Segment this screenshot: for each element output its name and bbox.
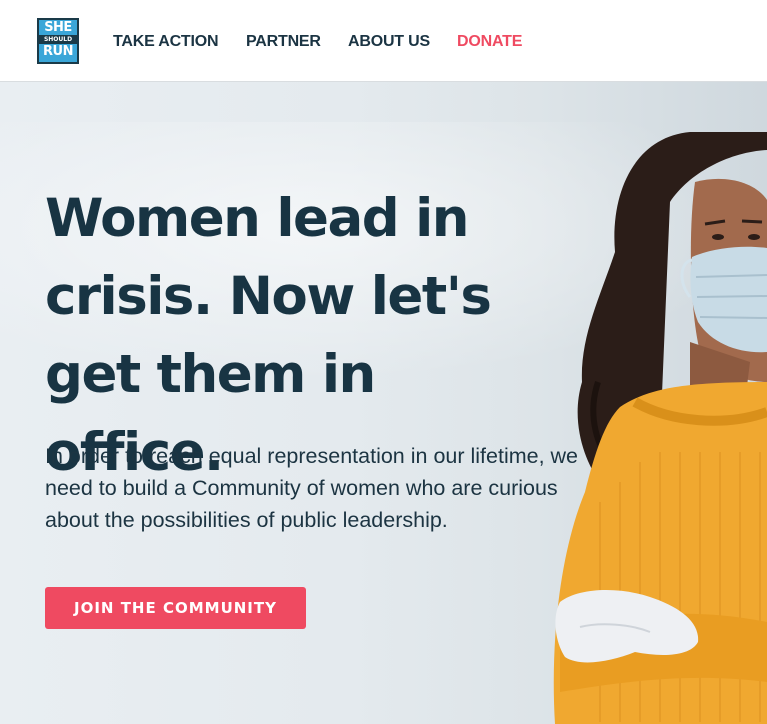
logo-line-1: SHE	[44, 20, 72, 35]
join-the-community-button[interactable]: JOIN THE COMMUNITY	[45, 587, 306, 629]
nav-take-action[interactable]: TAKE ACTION	[113, 31, 219, 53]
nav-donate[interactable]: DONATE	[457, 31, 522, 53]
site-header: SHE SHOULD RUN TAKE ACTION PARTNER ABOUT…	[0, 0, 767, 82]
hero-intro-text: In order to reach equal representation i…	[45, 444, 579, 532]
nav-partner[interactable]: PARTNER	[246, 31, 321, 53]
woman-in-mask-photo	[553, 132, 767, 724]
logo-line-3: RUN	[43, 44, 73, 59]
nav-about-us[interactable]: ABOUT US	[348, 31, 430, 53]
she-should-run-logo[interactable]: SHE SHOULD RUN	[37, 18, 79, 64]
logo-line-2: SHOULD	[39, 35, 77, 44]
hero-section: Women lead in crisis. Now let's get them…	[0, 82, 767, 724]
